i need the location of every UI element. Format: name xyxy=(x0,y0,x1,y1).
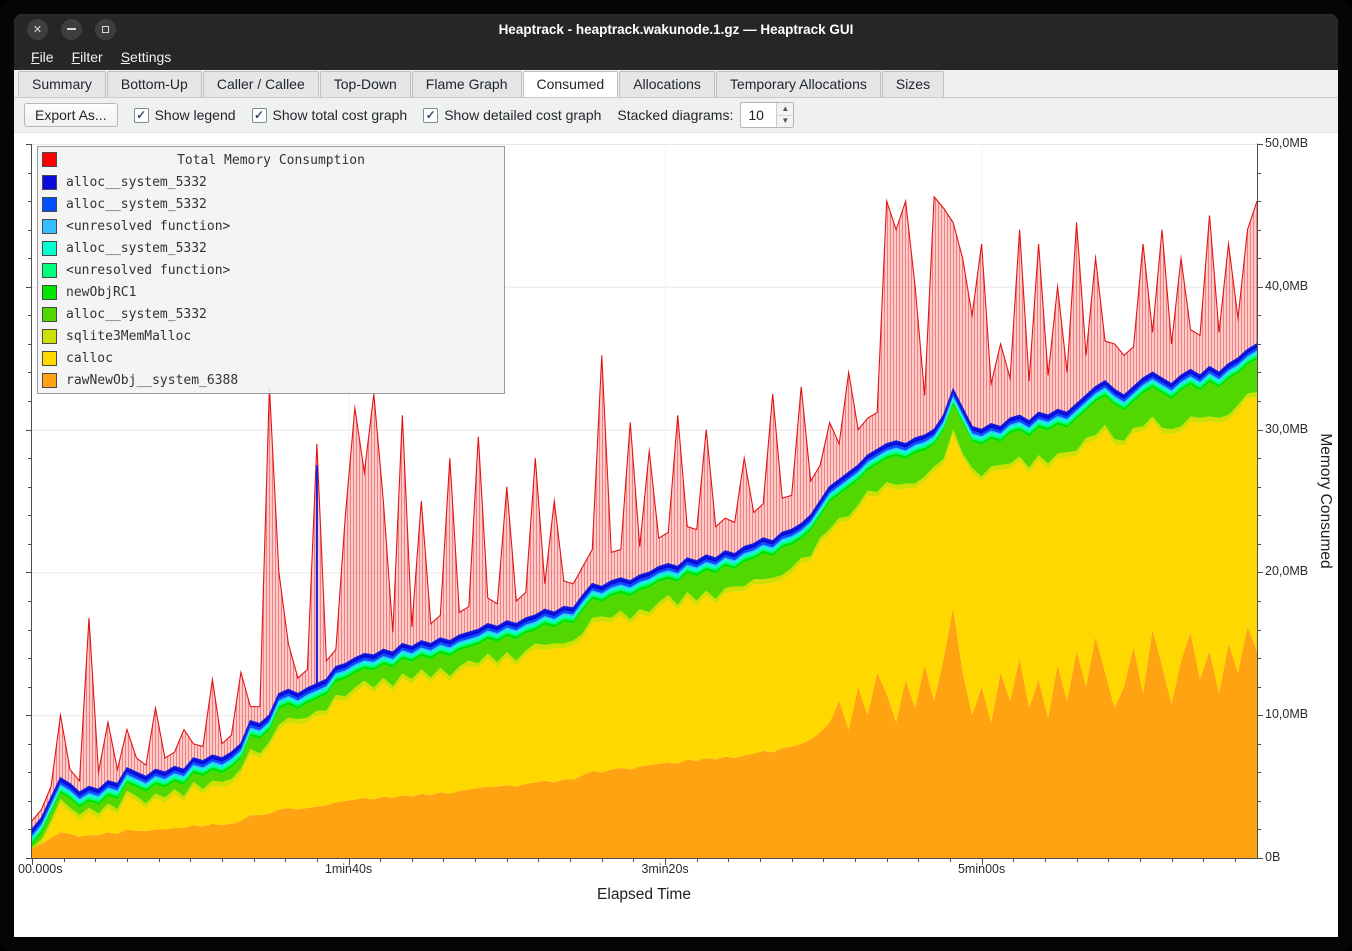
stacked-diagrams-group: Stacked diagrams: 10 ▲ ▼ xyxy=(617,102,794,128)
legend-item: <unresolved function> xyxy=(38,215,504,237)
y-tick-label: 0B xyxy=(1265,850,1280,864)
maximize-icon xyxy=(102,26,109,33)
checkbox-show-total-cost-graph[interactable]: ✓ Show total cost graph xyxy=(252,107,408,123)
checkbox-label: Show legend xyxy=(155,107,236,123)
legend-swatch xyxy=(42,373,57,388)
legend-swatch xyxy=(42,285,57,300)
tab-caller-callee[interactable]: Caller / Callee xyxy=(203,71,319,97)
legend-item: alloc__system_5332 xyxy=(38,171,504,193)
legend-item: alloc__system_5332 xyxy=(38,237,504,259)
legend-label: alloc__system_5332 xyxy=(66,307,207,322)
legend-label: rawNewObj__system_6388 xyxy=(66,373,238,388)
desktop-background: ✕ Heaptrack - heaptrack.wakunode.1.gz — … xyxy=(0,0,1352,951)
tab-top-down[interactable]: Top-Down xyxy=(320,71,411,97)
tab-bar: SummaryBottom-UpCaller / CalleeTop-DownF… xyxy=(14,70,1338,98)
y-tick-label: 10,0MB xyxy=(1265,707,1308,721)
spin-up-button[interactable]: ▲ xyxy=(777,103,793,116)
x-axis-title: Elapsed Time xyxy=(14,886,1274,904)
legend-swatch xyxy=(42,329,57,344)
legend-item: newObjRC1 xyxy=(38,281,504,303)
minimize-icon xyxy=(67,28,76,30)
legend-title-row: Total Memory Consumption xyxy=(38,149,504,171)
menu-settings[interactable]: Settings xyxy=(112,46,181,68)
legend-item: calloc xyxy=(38,347,504,369)
tab-bottom-up[interactable]: Bottom-Up xyxy=(107,71,202,97)
checkbox-indicator[interactable]: ✓ xyxy=(423,108,438,123)
legend-swatch xyxy=(42,152,57,167)
tab-summary[interactable]: Summary xyxy=(18,71,106,97)
spin-down-button[interactable]: ▼ xyxy=(777,116,793,128)
memory-consumption-chart: Total Memory Consumption alloc__system_53… xyxy=(14,133,1338,937)
export-as-button[interactable]: Export As... xyxy=(24,103,118,127)
legend-swatch xyxy=(42,351,57,366)
window-title: Heaptrack - heaptrack.wakunode.1.gz — He… xyxy=(14,22,1338,37)
chart-legend: Total Memory Consumption alloc__system_53… xyxy=(37,146,505,394)
tab-consumed[interactable]: Consumed xyxy=(523,71,619,97)
checkbox-show-detailed-cost-graph[interactable]: ✓ Show detailed cost graph xyxy=(423,107,601,123)
legend-swatch xyxy=(42,219,57,234)
legend-label: newObjRC1 xyxy=(66,285,136,300)
legend-label: <unresolved function> xyxy=(66,219,230,234)
legend-swatch xyxy=(42,197,57,212)
legend-item: sqlite3MemMalloc xyxy=(38,325,504,347)
y-tick-label: 20,0MB xyxy=(1265,564,1308,578)
tab-allocations[interactable]: Allocations xyxy=(619,71,715,97)
legend-item: alloc__system_5332 xyxy=(38,193,504,215)
minimize-button[interactable] xyxy=(61,19,82,40)
x-tick-label: 5min00s xyxy=(958,862,1005,876)
x-tick-label: 00.000s xyxy=(18,862,62,876)
close-icon: ✕ xyxy=(33,23,42,36)
legend-label: alloc__system_5332 xyxy=(66,175,207,190)
checkbox-indicator[interactable]: ✓ xyxy=(134,108,149,123)
checkbox-label: Show total cost graph xyxy=(273,107,408,123)
legend-swatch xyxy=(42,175,57,190)
y-tick-label: 40,0MB xyxy=(1265,279,1308,293)
x-tick-label: 1min40s xyxy=(325,862,372,876)
checkbox-label: Show detailed cost graph xyxy=(444,107,601,123)
x-tick-label: 3min20s xyxy=(641,862,688,876)
legend-label: <unresolved function> xyxy=(66,263,230,278)
spin-up-icon: ▲ xyxy=(781,105,789,113)
legend-title: Total Memory Consumption xyxy=(42,153,500,168)
menu-filter[interactable]: Filter xyxy=(63,46,112,68)
tab-temporary-allocations[interactable]: Temporary Allocations xyxy=(716,71,881,97)
legend-label: sqlite3MemMalloc xyxy=(66,329,191,344)
tab-flame-graph[interactable]: Flame Graph xyxy=(412,71,522,97)
legend-label: calloc xyxy=(66,351,113,366)
checkbox-show-legend[interactable]: ✓ Show legend xyxy=(134,107,236,123)
close-button[interactable]: ✕ xyxy=(27,19,48,40)
legend-swatch xyxy=(42,263,57,278)
y-axis-title: Memory Consumed xyxy=(1316,433,1334,568)
y-tick-label: 30,0MB xyxy=(1265,422,1308,436)
checkbox-indicator[interactable]: ✓ xyxy=(252,108,267,123)
y-tick-label: 50,0MB xyxy=(1265,136,1308,150)
legend-item: <unresolved function> xyxy=(38,259,504,281)
app-window: ✕ Heaptrack - heaptrack.wakunode.1.gz — … xyxy=(14,14,1338,937)
legend-label: alloc__system_5332 xyxy=(66,197,207,212)
title-bar[interactable]: ✕ Heaptrack - heaptrack.wakunode.1.gz — … xyxy=(14,14,1338,44)
checkbox-group: ✓ Show legend ✓ Show total cost graph ✓ Show … xyxy=(134,107,602,123)
toolbar: Export As... ✓ Show legend ✓ Show total cos… xyxy=(14,98,1338,133)
legend-swatch xyxy=(42,307,57,322)
legend-label: alloc__system_5332 xyxy=(66,241,207,256)
legend-item: rawNewObj__system_6388 xyxy=(38,369,504,391)
spin-down-icon: ▼ xyxy=(781,117,789,125)
tab-sizes[interactable]: Sizes xyxy=(882,71,944,97)
spinbox-value[interactable]: 10 xyxy=(741,103,776,127)
stacked-diagrams-label: Stacked diagrams: xyxy=(617,107,733,123)
menu-file[interactable]: File xyxy=(22,46,63,68)
menu-bar: FileFilterSettings xyxy=(14,44,1338,70)
stacked-diagrams-spinbox[interactable]: 10 ▲ ▼ xyxy=(740,102,794,128)
legend-item: alloc__system_5332 xyxy=(38,303,504,325)
maximize-button[interactable] xyxy=(95,19,116,40)
legend-swatch xyxy=(42,241,57,256)
